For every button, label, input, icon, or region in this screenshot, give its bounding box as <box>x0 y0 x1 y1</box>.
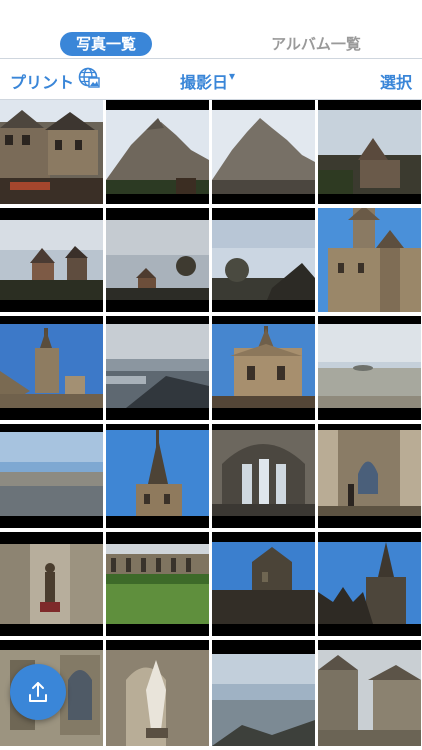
tab-photo-list[interactable]: 写真一覧 <box>60 32 152 56</box>
photo-thumbnail[interactable] <box>212 640 315 746</box>
photo-thumbnail[interactable] <box>212 208 315 312</box>
toolbar: プリント 撮影日 ▾ 選択 <box>0 59 422 99</box>
photo-thumbnail[interactable] <box>106 316 209 420</box>
photo-thumbnail[interactable] <box>318 316 421 420</box>
tab-album-list[interactable]: アルバム一覧 <box>265 32 367 56</box>
photo-thumbnail[interactable] <box>318 640 421 746</box>
photo-thumbnail[interactable] <box>318 208 421 312</box>
print-button[interactable]: プリント <box>10 69 74 93</box>
chevron-down-icon: ▾ <box>229 69 236 83</box>
globe-photo-icon[interactable] <box>78 67 100 89</box>
photo-thumbnail[interactable] <box>318 424 421 528</box>
upload-icon <box>29 682 47 702</box>
sort-by-date-button[interactable]: 撮影日 <box>180 69 228 93</box>
photo-thumbnail[interactable] <box>106 208 209 312</box>
photo-thumbnail[interactable] <box>318 532 421 636</box>
photo-thumbnail[interactable] <box>0 208 103 312</box>
photo-thumbnail[interactable] <box>212 316 315 420</box>
photo-thumbnail[interactable] <box>106 532 209 636</box>
photo-grid <box>0 100 422 750</box>
photo-thumbnail[interactable] <box>0 532 103 636</box>
photo-thumbnail[interactable] <box>0 424 103 528</box>
photo-thumbnail[interactable] <box>106 640 209 746</box>
photo-thumbnail[interactable] <box>106 100 209 204</box>
photo-thumbnail[interactable] <box>212 100 315 204</box>
photo-thumbnail[interactable] <box>212 424 315 528</box>
photo-thumbnail[interactable] <box>106 424 209 528</box>
segmented-header: 写真一覧 アルバム一覧 <box>0 0 422 58</box>
select-button[interactable]: 選択 <box>380 69 412 93</box>
photo-thumbnail[interactable] <box>0 100 103 204</box>
photo-thumbnail[interactable] <box>0 316 103 420</box>
photo-thumbnail[interactable] <box>318 100 421 204</box>
photo-thumbnail[interactable] <box>212 532 315 636</box>
upload-button[interactable] <box>10 664 66 720</box>
